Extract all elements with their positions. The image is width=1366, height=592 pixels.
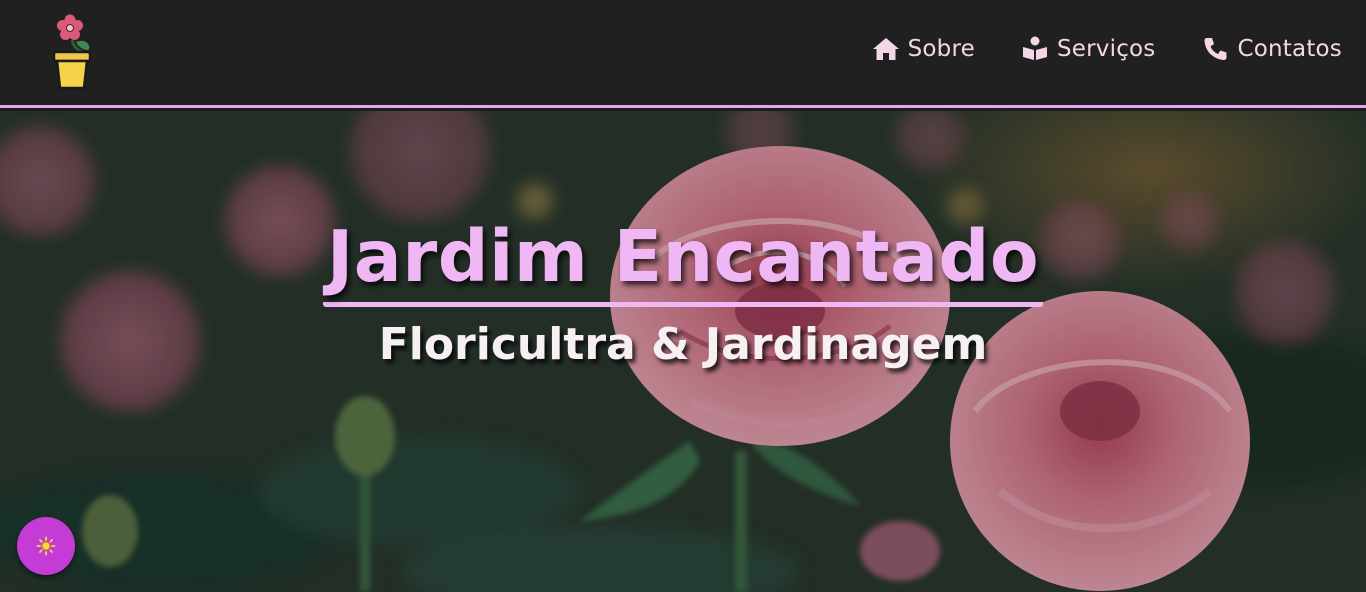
- nav-label-servicos: Serviços: [1056, 36, 1156, 62]
- main-nav: Sobre Serviços Contatos: [872, 36, 1342, 62]
- sun-icon: [36, 536, 56, 556]
- home-icon: [872, 38, 899, 60]
- nav-label-sobre: Sobre: [907, 36, 975, 62]
- flower-pot-logo[interactable]: [48, 12, 96, 92]
- hero-subtitle: Floricultra & Jardinagem: [378, 319, 988, 370]
- hero-title: Jardim Encantado: [322, 218, 1044, 307]
- hero-banner: Jardim Encantado Floricultra & Jardinage…: [0, 111, 1366, 592]
- nav-item-servicos[interactable]: Serviços: [1021, 36, 1156, 62]
- flower-pot-icon: [52, 14, 92, 90]
- phone-icon: [1204, 38, 1226, 60]
- book-reader-icon: [1022, 36, 1047, 60]
- hero-title-wrap: Jardim Encantado: [0, 218, 1366, 307]
- theme-toggle-button[interactable]: [17, 517, 75, 575]
- nav-label-contatos: Contatos: [1237, 36, 1342, 62]
- nav-item-sobre[interactable]: Sobre: [872, 36, 975, 62]
- site-header: Sobre Serviços Contatos: [0, 0, 1366, 108]
- nav-item-contatos[interactable]: Contatos: [1202, 36, 1343, 62]
